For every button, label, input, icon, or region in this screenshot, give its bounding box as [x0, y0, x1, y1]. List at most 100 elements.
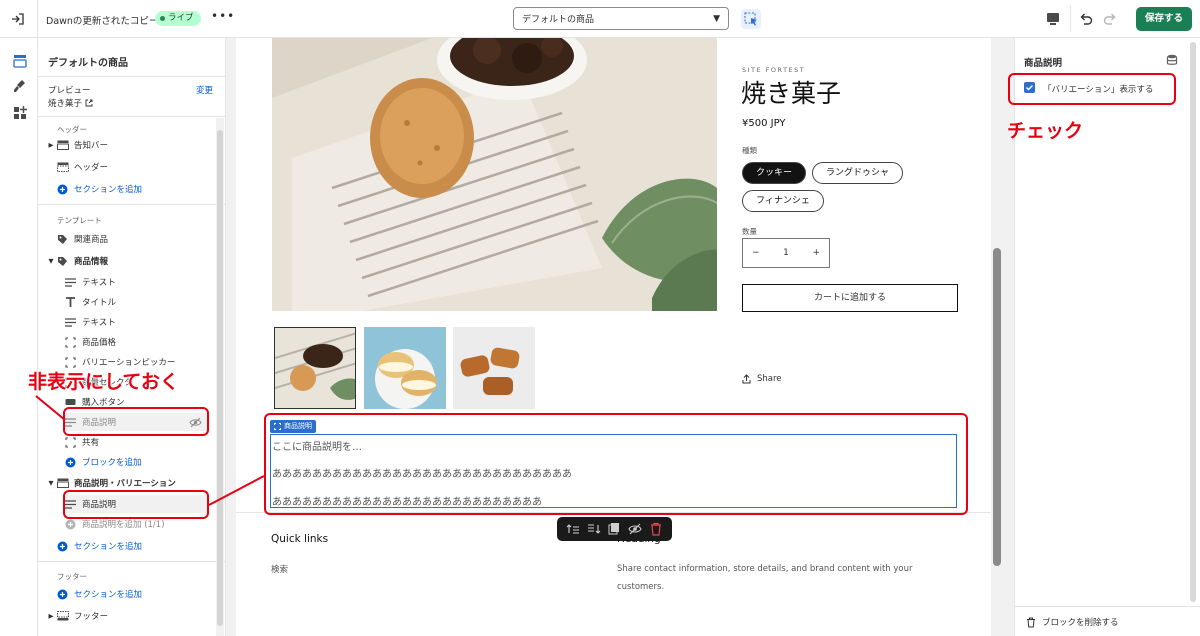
block-price[interactable]: 商品価格	[64, 333, 225, 351]
plus-circle-icon	[64, 519, 77, 530]
template-select[interactable]: デフォルトの商品 ▼	[513, 7, 729, 30]
section-footer[interactable]: ▶ フッター	[46, 607, 222, 625]
product-price: ¥500 JPY	[742, 118, 786, 129]
variant-label: 種類	[742, 146, 757, 155]
quantity-value[interactable]: 1	[783, 248, 789, 258]
sidebar-scroll-thumb[interactable]	[217, 130, 223, 626]
trash-icon	[1027, 617, 1035, 627]
share-label: Share	[757, 374, 782, 384]
group-label-footer: フッター	[57, 572, 87, 581]
cursor-select-icon	[744, 12, 757, 26]
move-up-icon[interactable]	[566, 522, 580, 536]
move-down-icon[interactable]	[587, 522, 601, 536]
quantity-plus-button[interactable]: +	[812, 248, 820, 258]
plus-circle-icon	[64, 457, 77, 468]
section-related-products[interactable]: 関連商品	[46, 230, 222, 248]
inspector-button[interactable]	[741, 9, 761, 29]
status-dot-icon	[160, 16, 165, 21]
plus-circle-icon	[56, 184, 69, 195]
block-frame-icon	[64, 336, 77, 348]
product-vendor: SITE FORTEST	[742, 66, 806, 74]
annotation-box-hidden-block	[63, 407, 209, 436]
product-thumbnail[interactable]	[364, 327, 446, 409]
sections-icon[interactable]	[10, 52, 30, 70]
text-lines-icon	[64, 317, 77, 328]
section-label: 告知バー	[74, 141, 109, 151]
block-label: テキスト	[82, 278, 116, 288]
variant-option[interactable]: フィナンシェ	[742, 190, 824, 212]
eye-slash-icon[interactable]	[628, 522, 642, 536]
plus-circle-icon	[56, 589, 69, 600]
block-label: テキスト	[82, 318, 116, 328]
database-icon[interactable]	[1166, 54, 1178, 66]
share-button[interactable]: Share	[742, 374, 782, 384]
tag-icon	[56, 256, 69, 267]
preview-change-link[interactable]: 変更	[196, 84, 213, 96]
save-button[interactable]: 保存する	[1136, 7, 1192, 31]
block-floating-toolbar	[557, 517, 672, 541]
more-actions-button[interactable]: •••	[211, 9, 234, 27]
add-block-product-info[interactable]: ブロックを追加	[64, 453, 225, 471]
external-link-icon	[85, 99, 93, 107]
trash-icon[interactable]	[649, 522, 663, 536]
quantity-minus-button[interactable]: −	[752, 248, 760, 258]
variant-option[interactable]: ラングドゥシャ	[812, 162, 904, 184]
add-section-template[interactable]: セクションを追加	[46, 537, 222, 555]
panel-scroll-thumb[interactable]	[1190, 42, 1196, 602]
buy-button-icon	[64, 397, 77, 408]
group-label-header: ヘッダー	[57, 125, 87, 134]
add-section-footer[interactable]: セクションを追加	[46, 585, 222, 603]
block-frame-icon	[64, 356, 77, 368]
add-section-label: セクションを追加	[74, 590, 143, 600]
preview-label: プレビュー	[48, 86, 91, 96]
section-product-info[interactable]: ▼ 商品情報	[46, 252, 222, 270]
apps-icon[interactable]	[10, 104, 30, 122]
live-badge: ライブ	[155, 11, 201, 26]
divider	[1014, 606, 1200, 607]
product-main-image[interactable]	[272, 38, 717, 311]
section-label: ヘッダー	[74, 163, 109, 173]
add-section-header[interactable]: セクションを追加	[46, 180, 222, 198]
block-text[interactable]: テキスト	[64, 273, 225, 291]
quick-links-title: Quick links	[271, 533, 329, 545]
section-label: 商品説明・バリエーション	[74, 479, 176, 489]
product-thumbnail[interactable]	[274, 327, 356, 409]
block-label: タイトル	[82, 298, 117, 308]
text-lines-icon	[64, 277, 77, 288]
divider	[38, 116, 225, 117]
variant-option-selected[interactable]: クッキー	[742, 162, 807, 184]
duplicate-icon[interactable]	[607, 522, 621, 536]
annotation-box-checkbox	[1008, 73, 1176, 105]
theme-settings-brush-icon[interactable]	[10, 78, 30, 96]
section-announcement-bar[interactable]: ▶ 告知バー	[46, 136, 222, 154]
block-text[interactable]: テキスト	[64, 313, 225, 331]
annotation-text-check: チェック	[1007, 120, 1084, 142]
undo-icon[interactable]	[1078, 11, 1094, 27]
section-header[interactable]: ヘッダー	[46, 158, 222, 176]
add-to-cart-button[interactable]: カートに追加する	[742, 284, 958, 312]
divider	[1070, 6, 1071, 32]
chevron-down-icon: ▼	[713, 13, 720, 24]
chevron-down-icon: ▼	[48, 257, 54, 265]
tag-icon	[56, 234, 69, 245]
product-thumbnail[interactable]	[453, 327, 535, 409]
delete-block-button[interactable]: ブロックを削除する	[1026, 616, 1119, 628]
section-icon	[56, 611, 69, 622]
annotation-box-description-block	[63, 490, 209, 519]
divider	[37, 0, 38, 38]
panel-title: 商品説明	[1024, 58, 1063, 69]
block-title[interactable]: タイトル	[64, 293, 225, 311]
annotation-box-description-preview	[264, 413, 968, 515]
section-label: フッター	[74, 612, 109, 622]
redo-icon[interactable]	[1102, 11, 1118, 27]
preview-product-name: 焼き菓子	[48, 99, 83, 109]
canvas-scroll-thumb[interactable]	[993, 248, 1001, 566]
chevron-right-icon: ▶	[48, 612, 54, 620]
preview-value[interactable]: 焼き菓子	[48, 97, 93, 109]
quick-link-search[interactable]: 検索	[271, 563, 288, 575]
quantity-stepper: − 1 +	[742, 238, 830, 268]
divider	[38, 76, 225, 77]
device-preview-icon[interactable]	[1044, 11, 1062, 27]
exit-icon[interactable]	[10, 11, 26, 27]
chevron-down-icon: ▼	[48, 479, 54, 487]
